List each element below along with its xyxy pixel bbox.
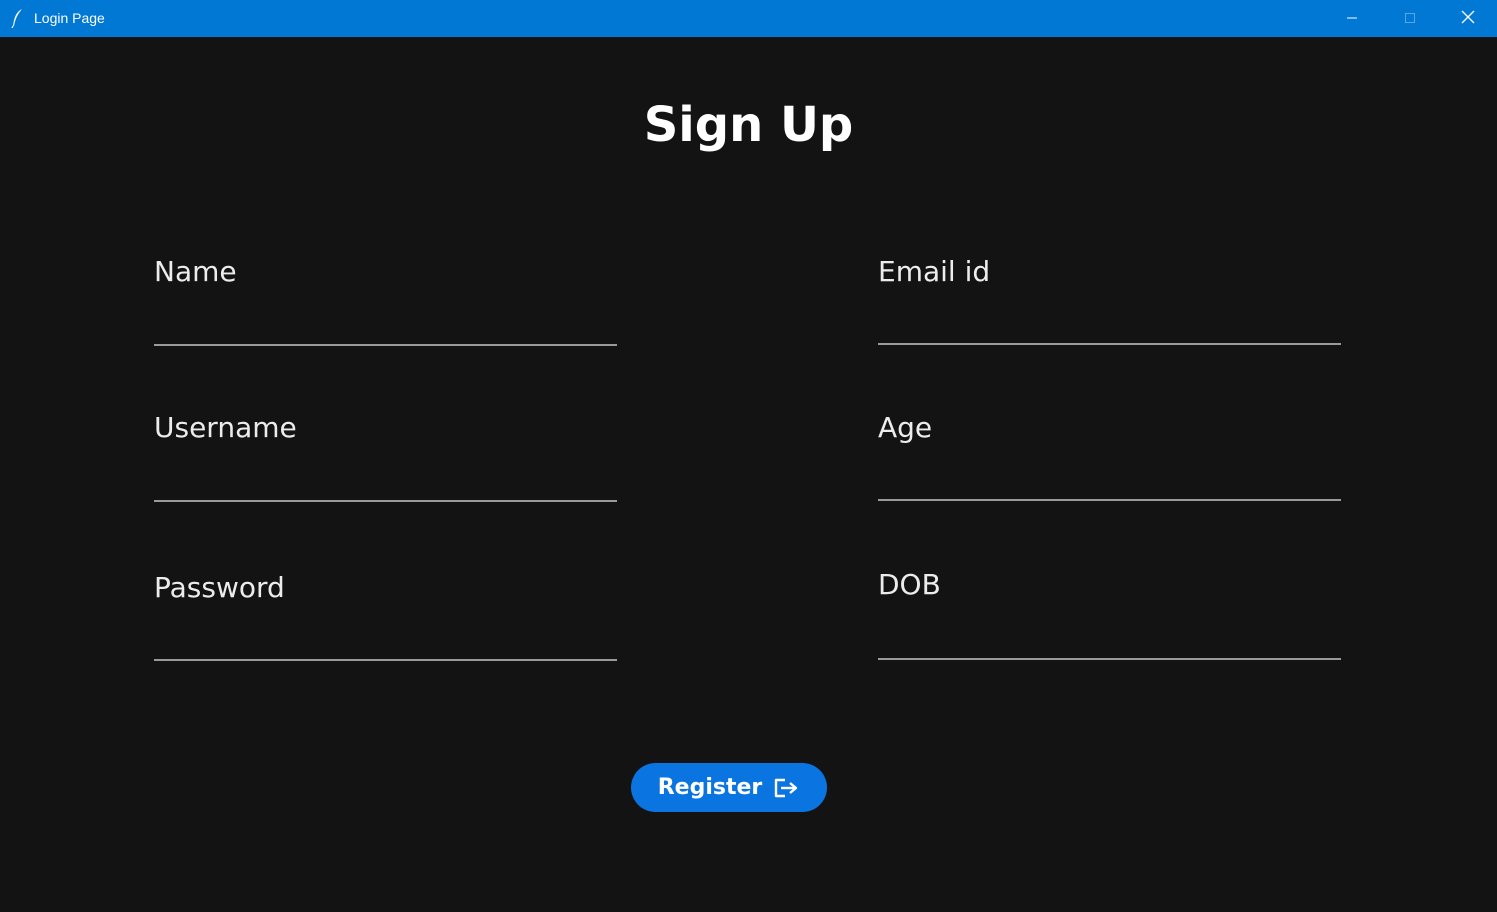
maximize-icon xyxy=(1404,9,1416,28)
signup-form: Sign Up Name Username Password Email id … xyxy=(0,37,1497,912)
minimize-icon xyxy=(1346,9,1358,28)
register-button[interactable]: Register xyxy=(631,763,827,812)
age-input[interactable] xyxy=(878,469,1341,501)
feather-icon xyxy=(10,8,26,29)
close-button[interactable] xyxy=(1439,0,1497,37)
age-label: Age xyxy=(878,411,933,444)
username-input[interactable] xyxy=(154,470,617,502)
minimize-button[interactable] xyxy=(1323,0,1381,37)
dob-label: DOB xyxy=(878,568,941,601)
email-input[interactable] xyxy=(878,313,1341,345)
page-title: Sign Up xyxy=(643,97,854,153)
email-label: Email id xyxy=(878,255,991,288)
name-input[interactable] xyxy=(154,314,617,346)
password-input[interactable] xyxy=(154,629,617,661)
register-button-label: Register xyxy=(657,775,763,800)
window-title: Login Page xyxy=(34,10,105,26)
password-label: Password xyxy=(154,571,285,604)
maximize-button[interactable] xyxy=(1381,0,1439,37)
dob-input[interactable] xyxy=(878,628,1341,660)
name-label: Name xyxy=(154,255,237,288)
sign-out-icon xyxy=(772,777,800,799)
close-icon xyxy=(1461,9,1475,28)
username-label: Username xyxy=(154,411,297,444)
window-titlebar: Login Page xyxy=(0,0,1497,37)
